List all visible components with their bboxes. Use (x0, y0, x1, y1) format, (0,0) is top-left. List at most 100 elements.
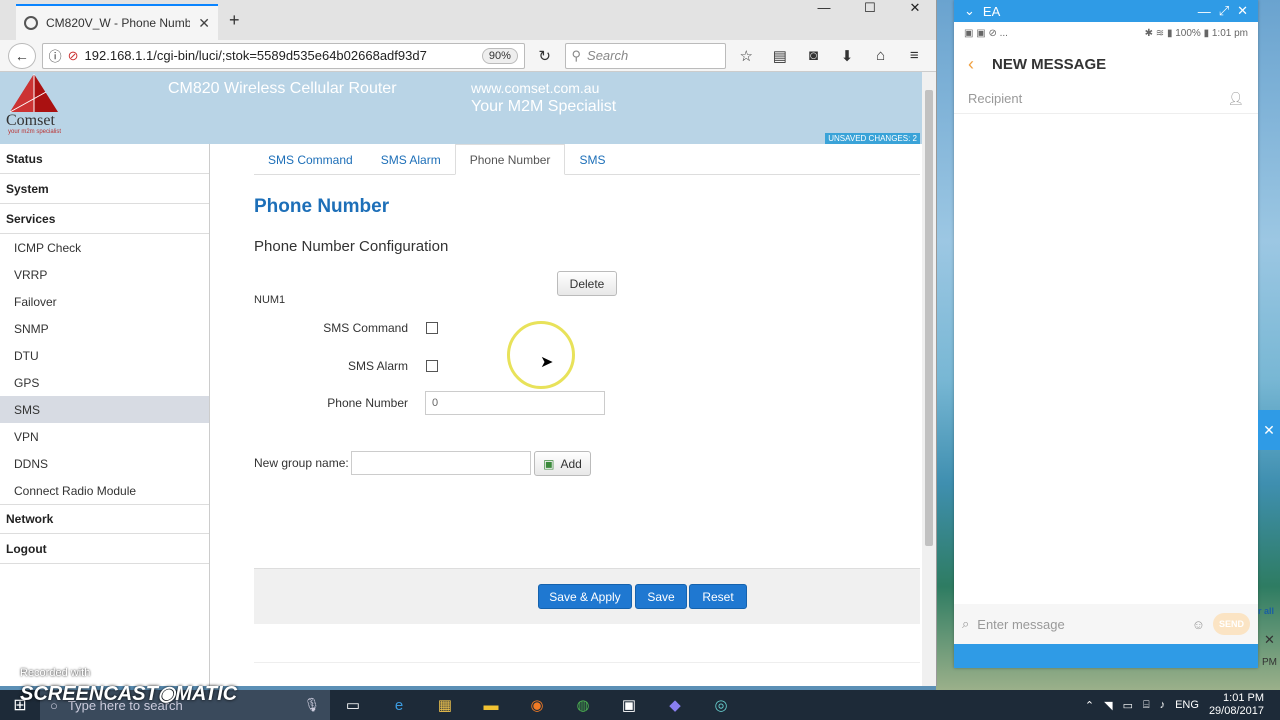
compose-bar: ⌕ Enter message ☺ SEND (954, 604, 1258, 644)
banner-site[interactable]: www.comset.com.au (471, 80, 599, 96)
sidebar-network[interactable]: Network (0, 504, 209, 534)
phone-status-bar: ▣ ▣ ⊘ ... ✱ ≋ ▮ 100% ▮ 1:01 pm (954, 22, 1258, 44)
router-page: Comset your m2m specialist CM820 Wireles… (0, 72, 922, 686)
sidebar-system[interactable]: System (0, 174, 209, 204)
tab-title: CM820V_W - Phone Numbe (46, 16, 191, 30)
sidebar-item-connect-radio-module[interactable]: Connect Radio Module (0, 477, 209, 504)
tab-bar: CM820V_W - Phone Numbe ✕ + — ☐ ✕ (0, 0, 936, 40)
new-tab-button[interactable]: + (229, 10, 240, 31)
reading-list-icon[interactable]: ▤ (766, 47, 794, 65)
sidebar-logout[interactable]: Logout (0, 534, 209, 564)
mouse-cursor-icon: ➤ (540, 354, 554, 371)
reset-button[interactable]: Reset (689, 584, 747, 609)
volume-icon[interactable]: ♪ (1160, 699, 1166, 711)
minimize-icon[interactable]: — (1198, 4, 1211, 19)
notification-close-icon[interactable]: ✕ (1258, 410, 1280, 450)
unsaved-changes-badge[interactable]: UNSAVED CHANGES: 2 (825, 133, 920, 144)
sidebar-item-snmp[interactable]: SNMP (0, 315, 209, 342)
task-view-icon[interactable]: ▭ (330, 690, 376, 720)
contact-icon[interactable]: 👤︎ (1227, 91, 1244, 107)
phone-top-label: EA (982, 3, 1001, 19)
chrome-icon[interactable]: ◍ (560, 690, 606, 720)
page-title: Phone Number (254, 196, 390, 217)
reload-icon[interactable]: ↻ (531, 47, 559, 65)
tab-sms-command[interactable]: SMS Command (254, 144, 367, 175)
close-tab-icon[interactable]: ✕ (198, 15, 210, 32)
compose-input[interactable]: Enter message (977, 617, 1064, 632)
watermark-recorded: Recorded with (20, 667, 91, 679)
minimize-button[interactable]: — (804, 0, 844, 20)
watermark-logo: SCREENCAST◉MATIC (20, 683, 238, 705)
network-icon[interactable]: ⌸ (1143, 699, 1150, 712)
language-indicator[interactable]: ENG (1175, 699, 1199, 711)
firefox-icon[interactable]: ◉ (514, 690, 560, 720)
store-icon[interactable]: ▦ (422, 690, 468, 720)
edge-icon[interactable]: e (376, 690, 422, 720)
save-apply-button[interactable]: Save & Apply (538, 584, 632, 609)
sidebar-status[interactable]: Status (0, 144, 209, 174)
add-button[interactable]: ▣ Add (534, 451, 591, 476)
maximize-button[interactable]: ☐ (850, 0, 890, 20)
tray-app-icon[interactable]: ◥ (1104, 699, 1112, 712)
clock[interactable]: 1:01 PM 29/08/2017 (1209, 692, 1264, 718)
tray-chevron-icon[interactable]: ⌃ (1085, 699, 1094, 712)
send-button[interactable]: SEND (1212, 613, 1250, 635)
sidebar-item-vpn[interactable]: VPN (0, 423, 209, 450)
sms-alarm-checkbox[interactable] (426, 360, 438, 372)
logo-tagline: your m2m specialist (8, 129, 62, 135)
expand-icon[interactable]: ⤢ (1219, 3, 1229, 19)
sidebar-services[interactable]: Services (0, 204, 209, 234)
url-bar[interactable]: ⓘ ⊘ 192.168.1.1/cgi-bin/luci/;stok=5589d… (41, 42, 525, 69)
info-icon[interactable]: ⓘ (49, 46, 62, 65)
download-icon[interactable]: ⬇ (833, 47, 861, 65)
recipient-field[interactable]: Recipient 👤︎ (954, 84, 1258, 114)
new-group-input[interactable] (351, 451, 531, 475)
sidebar-item-vrrp[interactable]: VRRP (0, 261, 209, 288)
group-label: NUM1 (254, 294, 286, 306)
section-title: Phone Number Configuration (254, 238, 449, 255)
sidebar-item-sms[interactable]: SMS (0, 396, 209, 423)
save-button[interactable]: Save (635, 584, 687, 609)
sidebar-item-gps[interactable]: GPS (0, 369, 209, 396)
screencast-icon[interactable]: ◎ (698, 690, 744, 720)
close-icon[interactable]: ✕ (1237, 3, 1248, 19)
emoji-icon[interactable]: ☺ (1192, 617, 1205, 632)
sms-command-label: SMS Command (323, 321, 408, 335)
file-explorer-icon[interactable]: ▬ (468, 690, 514, 720)
tab-sms[interactable]: SMS (565, 144, 619, 175)
chevron-down-icon[interactable]: ⌄ (964, 3, 975, 19)
sidebar-item-icmp-check[interactable]: ICMP Check (0, 234, 209, 261)
search-placeholder: Search (587, 48, 629, 63)
divider (254, 662, 920, 663)
browser-tab[interactable]: CM820V_W - Phone Numbe ✕ (16, 4, 218, 40)
tab-sms-alarm[interactable]: SMS Alarm (367, 144, 455, 175)
bookmark-star-icon[interactable]: ☆ (732, 47, 760, 65)
sms-command-checkbox[interactable] (426, 322, 438, 334)
microphone-icon[interactable]: 🎙︎ (303, 697, 320, 713)
app-icon[interactable]: ◆ (652, 690, 698, 720)
tab-phone-number[interactable]: Phone Number (454, 144, 566, 175)
attach-icon[interactable]: ⌕ (962, 616, 969, 632)
header-banner: Comset your m2m specialist CM820 Wireles… (0, 72, 922, 144)
sidebar: Status System Services ICMP Check VRRP F… (0, 144, 210, 686)
delete-button[interactable]: Delete (557, 271, 617, 296)
zoom-indicator[interactable]: 90% (481, 47, 518, 64)
pocket-icon[interactable]: ◙ (800, 47, 828, 64)
terminal-icon[interactable]: ▣ (606, 690, 652, 720)
phone-number-input[interactable]: 0 (425, 391, 605, 415)
sidebar-item-dtu[interactable]: DTU (0, 342, 209, 369)
home-icon[interactable]: ⌂ (867, 47, 895, 64)
logo-mark-icon (9, 74, 58, 113)
notification-dismiss-icon[interactable]: ✕ (1264, 632, 1275, 648)
nav-bar: ← ⓘ ⊘ 192.168.1.1/cgi-bin/luci/;stok=558… (0, 40, 936, 72)
battery-icon[interactable]: ▭ (1123, 699, 1133, 712)
sidebar-item-failover[interactable]: Failover (0, 288, 209, 315)
search-input[interactable]: ⚲ Search (564, 42, 727, 69)
back-button[interactable]: ← (8, 42, 36, 69)
window-close-button[interactable]: ✕ (895, 0, 935, 20)
menu-icon[interactable]: ≡ (900, 47, 928, 64)
phone-titlebar: ⌄ EA — ⤢ ✕ (954, 0, 1258, 22)
sidebar-item-ddns[interactable]: DDNS (0, 450, 209, 477)
back-arrow-icon[interactable]: ‹ (968, 54, 974, 75)
page-scrollbar-thumb[interactable] (925, 90, 933, 546)
